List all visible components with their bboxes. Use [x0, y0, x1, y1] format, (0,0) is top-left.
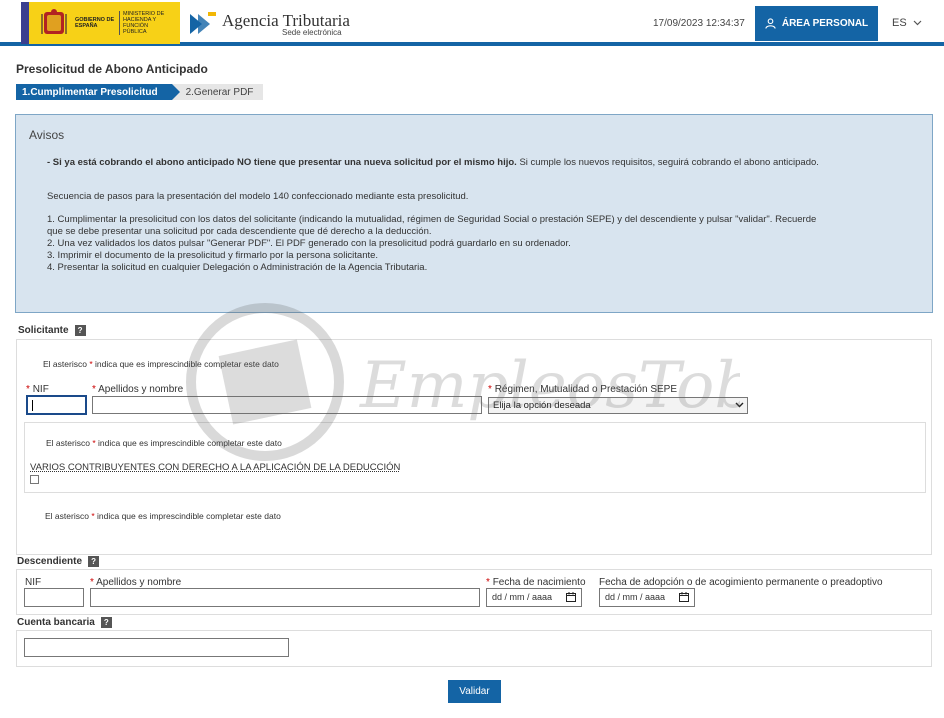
flag-stripe — [21, 2, 29, 44]
user-icon — [765, 18, 776, 29]
avisos-step1b: que se debe presentar una solicitud por … — [47, 226, 432, 237]
area-personal-label: ÁREA PERSONAL — [781, 18, 869, 29]
language-label: ES — [892, 17, 907, 29]
asterisk: * — [488, 384, 492, 395]
varios-panel — [24, 422, 926, 493]
solicitante-nif-input[interactable] — [26, 395, 87, 415]
apellidos-label: * Apellidos y nombre — [92, 384, 183, 395]
cuenta-bancaria-input[interactable] — [24, 638, 289, 657]
regimen-select[interactable]: Elija la opción deseada — [488, 397, 748, 414]
asterisk: * — [91, 511, 95, 521]
asterisk: * — [92, 384, 96, 395]
avisos-step2: 2. Una vez validados los datos pulsar "G… — [47, 238, 571, 249]
avisos-step4: 4. Presentar la solicitud en cualquier D… — [47, 262, 428, 273]
apellidos-label-text: Apellidos y nombre — [98, 384, 184, 395]
desc-apellidos-label: * Apellidos y nombre — [90, 577, 181, 588]
gobierno-text: GOBIERNO DE ESPAÑA — [75, 17, 115, 29]
top-header: GOBIERNO DE ESPAÑA MINISTERIO DE HACIEND… — [0, 0, 944, 46]
date-placeholder: dd / mm / aaaa — [492, 592, 553, 602]
required-note-1: El asterisco * indica que es imprescindi… — [43, 359, 279, 369]
regimen-selected: Elija la opción deseada — [493, 400, 591, 411]
note-prefix: El asterisco — [45, 511, 89, 521]
calendar-icon[interactable] — [679, 592, 689, 602]
chevron-down-icon — [913, 20, 922, 26]
nif-label: * NIF — [26, 384, 49, 395]
varios-contribuyentes-checkbox[interactable] — [30, 475, 39, 484]
avisos-warning-rest: Si cumple los nuevos requisitos, seguirá… — [516, 157, 819, 168]
solicitante-heading: Solicitante ? — [18, 325, 86, 336]
help-icon[interactable]: ? — [100, 617, 112, 628]
gobierno-logo[interactable]: GOBIERNO DE ESPAÑA MINISTERIO DE HACIEND… — [21, 2, 180, 44]
agencia-tributaria-logo[interactable]: Agencia Tributaria Sede electrónica — [186, 8, 356, 40]
fecha-nacimiento-text: Fecha de nacimiento — [492, 577, 586, 588]
required-note-2: El asterisco * indica que es imprescindi… — [46, 438, 282, 448]
asterisk: * — [486, 577, 490, 588]
nif-label-text: NIF — [32, 384, 49, 395]
note-prefix: El asterisco — [46, 438, 90, 448]
chevron-down-icon — [735, 402, 744, 408]
asterisk: * — [92, 438, 96, 448]
avisos-step1a: 1. Cumplimentar la presolicitud con los … — [47, 214, 817, 225]
desc-apellidos-text: Apellidos y nombre — [96, 577, 182, 588]
cuenta-heading: Cuenta bancaria ? — [17, 617, 112, 628]
note-suffix: indica que es imprescindible completar e… — [95, 359, 279, 369]
fecha-nacimiento-label: * Fecha de nacimiento — [486, 577, 586, 588]
descendiente-apellidos-input[interactable] — [90, 588, 480, 607]
step-indicator: 1.Cumplimentar Presolicitud 2.Generar PD… — [16, 84, 264, 100]
regimen-label: * Régimen, Mutualidad o Prestación SEPE — [488, 384, 677, 395]
note-suffix: indica que es imprescindible completar e… — [98, 438, 282, 448]
solicitante-apellidos-input[interactable] — [92, 396, 482, 414]
solicitante-label: Solicitante — [18, 325, 69, 336]
coat-of-arms-icon — [37, 6, 71, 40]
date-placeholder: dd / mm / aaaa — [605, 592, 666, 602]
calendar-icon[interactable] — [566, 592, 576, 602]
language-selector[interactable]: ES — [892, 17, 922, 29]
help-icon[interactable]: ? — [88, 556, 100, 567]
ministerio-text: MINISTERIO DE HACIENDA Y FUNCIÓN PÚBLICA — [119, 11, 173, 35]
avisos-warning: - Si ya está cobrando el abono anticipad… — [47, 157, 917, 169]
fecha-adopcion-label: Fecha de adopción o de acogimiento perma… — [599, 577, 883, 588]
avisos-panel: Avisos - Si ya está cobrando el abono an… — [15, 114, 933, 313]
avisos-step3: 3. Imprimir el documento de la presolici… — [47, 250, 379, 261]
cuenta-label: Cuenta bancaria — [17, 617, 95, 628]
step-cumplimentar[interactable]: 1.Cumplimentar Presolicitud — [16, 84, 180, 100]
required-note-3: El asterisco * indica que es imprescindi… — [45, 511, 281, 521]
regimen-label-text: Régimen, Mutualidad o Prestación SEPE — [494, 384, 678, 395]
asterisk: * — [89, 359, 93, 369]
descendiente-nif-input[interactable] — [24, 588, 84, 607]
avisos-sequence: Secuencia de pasos para la presentación … — [47, 191, 469, 202]
text-cursor — [32, 400, 33, 411]
note-prefix: El asterisco — [43, 359, 87, 369]
agencia-emblem-icon — [190, 12, 216, 34]
fecha-nacimiento-input[interactable]: dd / mm / aaaa — [486, 588, 582, 607]
page-title: Presolicitud de Abono Anticipado — [16, 62, 208, 76]
note-suffix: indica que es imprescindible completar e… — [97, 511, 281, 521]
asterisk: * — [90, 577, 94, 588]
validar-button[interactable]: Validar — [448, 680, 501, 703]
agency-subtitle: Sede electrónica — [282, 28, 342, 37]
asterisk: * — [26, 384, 30, 395]
avisos-title: Avisos — [29, 128, 65, 142]
fecha-adopcion-input[interactable]: dd / mm / aaaa — [599, 588, 695, 607]
desc-nif-label: NIF — [25, 577, 42, 588]
area-personal-button[interactable]: ÁREA PERSONAL — [755, 6, 878, 41]
session-datetime: 17/09/2023 12:34:37 — [653, 18, 745, 29]
avisos-warning-bold: - Si ya está cobrando el abono anticipad… — [47, 157, 517, 168]
help-icon[interactable]: ? — [74, 325, 86, 336]
descendiente-heading: Descendiente ? — [17, 556, 100, 567]
descendiente-label: Descendiente — [17, 556, 83, 567]
varios-contribuyentes-label: VARIOS CONTRIBUYENTES CON DERECHO A LA A… — [30, 462, 401, 473]
step-generar-pdf[interactable]: 2.Generar PDF — [171, 84, 264, 100]
